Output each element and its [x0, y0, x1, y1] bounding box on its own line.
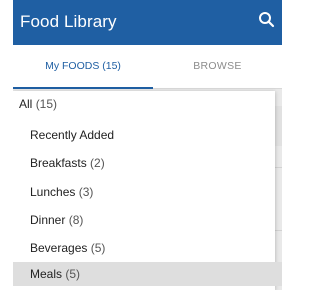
- item-label: Dinner: [30, 213, 66, 227]
- app-bar: Food Library: [13, 0, 282, 45]
- dropdown-item-meals[interactable]: Meals (5): [13, 262, 282, 286]
- item-label: Beverages: [30, 241, 88, 255]
- item-count: (5): [90, 241, 106, 255]
- screen: Food Library My FOODS (15) BROWSE All (1…: [0, 0, 292, 290]
- item-count: (3): [78, 185, 94, 199]
- dropdown-item-lunches[interactable]: Lunches (3): [13, 180, 282, 204]
- category-dropdown: All (15) Recently Added Breakfasts (2) L…: [13, 91, 282, 290]
- active-tab-indicator: [13, 87, 153, 89]
- item-label: All: [19, 97, 33, 111]
- dropdown-item-all[interactable]: All (15): [13, 92, 281, 116]
- item-count: (8): [68, 213, 84, 227]
- item-count: (2): [90, 156, 105, 170]
- tab-my-foods[interactable]: My FOODS (15): [13, 45, 153, 88]
- app-frame: Food Library My FOODS (15) BROWSE All (1…: [13, 0, 282, 290]
- dropdown-item-beverages[interactable]: Beverages (5): [13, 236, 282, 260]
- item-count: (5): [65, 267, 81, 281]
- dropdown-item-breakfasts[interactable]: Breakfasts (2): [13, 151, 282, 175]
- tab-browse[interactable]: BROWSE: [153, 45, 282, 88]
- item-count: (15): [35, 97, 58, 111]
- app-title: Food Library: [20, 12, 117, 31]
- item-label: Recently Added: [30, 128, 115, 142]
- item-label: Breakfasts: [30, 156, 87, 170]
- dropdown-item-dinner[interactable]: Dinner (8): [13, 208, 282, 232]
- search-button[interactable]: [256, 9, 278, 31]
- search-icon: [259, 12, 275, 28]
- item-label: Meals: [30, 267, 63, 281]
- item-label: Lunches: [30, 185, 76, 199]
- right-margin: [282, 0, 292, 290]
- tab-bar: My FOODS (15) BROWSE: [13, 45, 282, 89]
- dropdown-item-recently-added[interactable]: Recently Added: [13, 123, 282, 147]
- left-margin: [0, 0, 13, 290]
